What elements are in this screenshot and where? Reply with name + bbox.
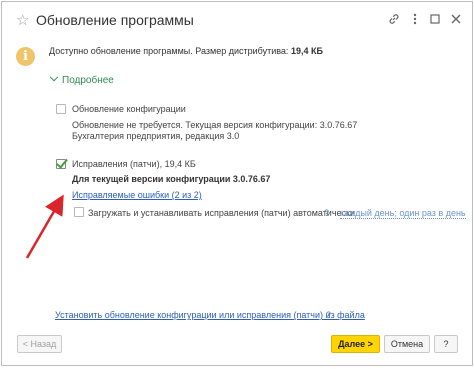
update-dialog: ☆ Обновление программы i Доступно обновл…: [1, 1, 473, 366]
cancel-button[interactable]: Отмена: [384, 335, 430, 353]
next-button[interactable]: Далее >: [331, 335, 380, 353]
help-button[interactable]: ?: [434, 335, 458, 353]
back-button[interactable]: < Назад: [17, 335, 62, 353]
install-from-file-link[interactable]: Установить обновление конфигурации или и…: [55, 310, 365, 320]
help-icon[interactable]: ?: [326, 310, 331, 320]
